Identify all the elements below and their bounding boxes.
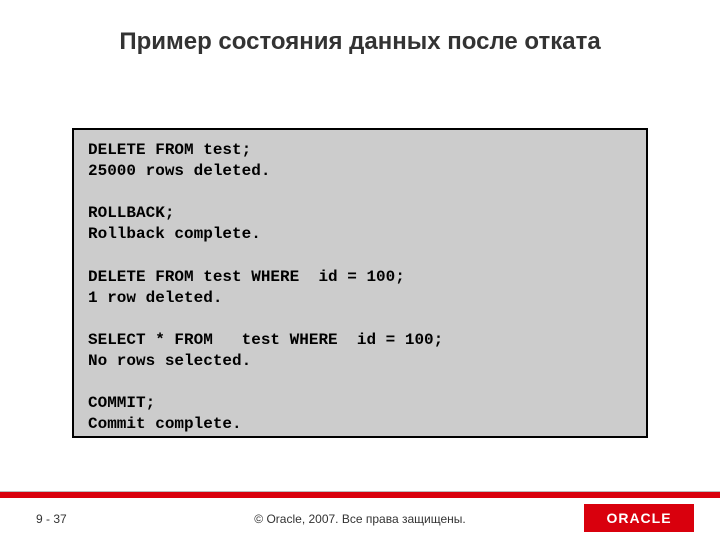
footer-divider (0, 492, 720, 498)
sql-code-block: DELETE FROM test; 25000 rows deleted. RO… (72, 128, 648, 438)
slide: Пример состояния данных после отката DEL… (0, 0, 720, 540)
slide-title: Пример состояния данных после отката (0, 28, 720, 56)
oracle-logo-text: ORACLE (606, 510, 671, 526)
oracle-logo: ORACLE (584, 504, 694, 532)
